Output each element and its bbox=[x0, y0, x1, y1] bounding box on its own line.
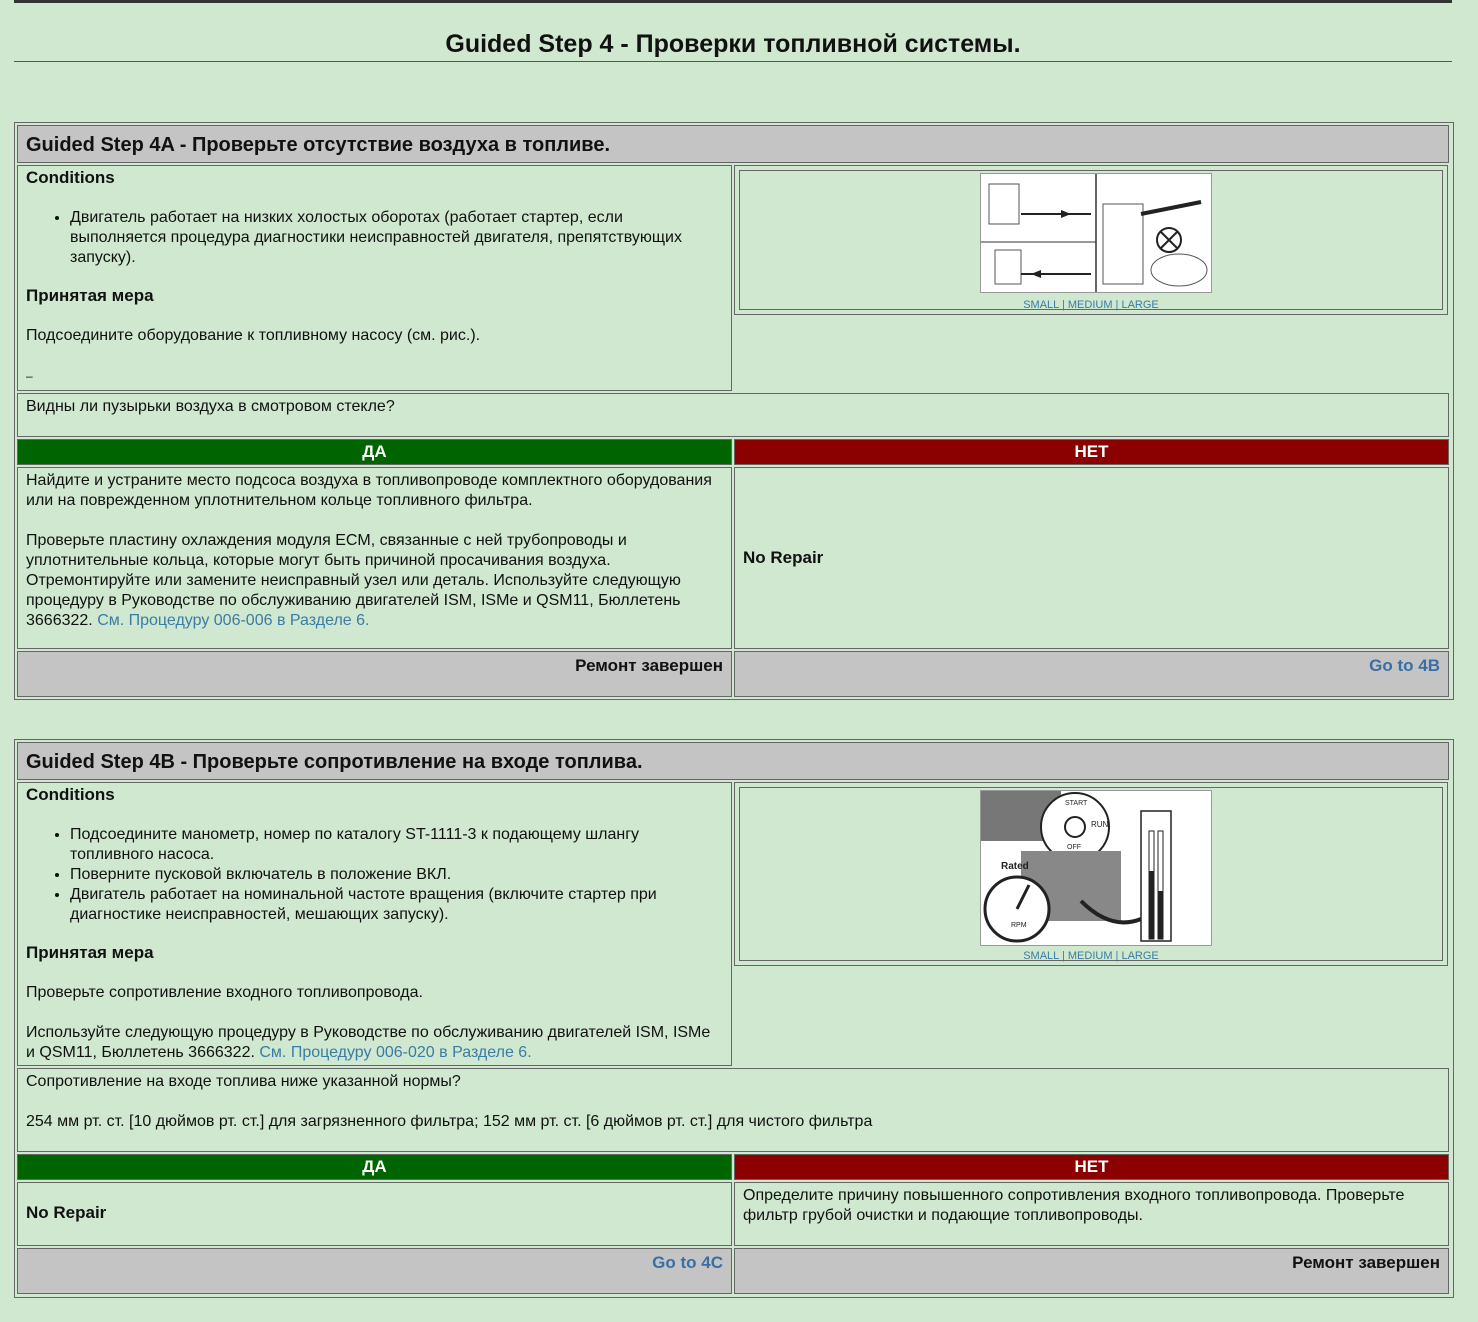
question-text: Видны ли пузырьки воздуха в смотровом ст… bbox=[26, 398, 395, 415]
top-rule bbox=[14, 0, 1452, 3]
step-4b-no-answer: Определите причину повышенного сопротивл… bbox=[734, 1182, 1449, 1246]
step-4a-question: Видны ли пузырьки воздуха в смотровом ст… bbox=[17, 393, 1449, 437]
image-large-link[interactable]: LARGE bbox=[1121, 299, 1158, 311]
svg-text:Rated: Rated bbox=[1001, 861, 1029, 872]
step-4a-no-header: НЕТ bbox=[734, 439, 1449, 465]
step-4b-yes-answer: No Repair bbox=[17, 1182, 732, 1246]
step-4b-yes-header: ДА bbox=[17, 1154, 732, 1180]
svg-text:RUN: RUN bbox=[1091, 820, 1109, 829]
step-4b-header: Guided Step 4B - Проверьте сопротивление… bbox=[17, 742, 1449, 780]
image-small-link[interactable]: SMALL bbox=[1023, 299, 1059, 311]
step-4a-header: Guided Step 4A - Проверьте отсутствие во… bbox=[17, 125, 1449, 163]
question-text: Сопротивление на входе топлива ниже указ… bbox=[26, 1073, 461, 1090]
step-4a-image-panel: SMALL | MEDIUM | LARGE bbox=[734, 165, 1448, 315]
gauge-diagram-icon: START RUN OFF Rated RPM bbox=[981, 791, 1211, 945]
title-rule bbox=[14, 61, 1452, 62]
step-4b-no-header: НЕТ bbox=[734, 1154, 1449, 1180]
step-4a-yes-header: ДА bbox=[17, 439, 732, 465]
action-label: Принятая мера bbox=[26, 943, 154, 962]
step-4a-yes-answer: Найдите и устраните место подсоса воздух… bbox=[17, 467, 732, 649]
svg-text:START: START bbox=[1065, 800, 1088, 807]
no-repair-text: No Repair bbox=[26, 1203, 107, 1222]
image-size-links: SMALL | MEDIUM | LARGE bbox=[1023, 950, 1159, 962]
step-4a-no-answer: No Repair bbox=[734, 467, 1449, 649]
step-4b-title: Guided Step 4B - Проверьте сопротивление… bbox=[26, 751, 643, 773]
condition-item: Двигатель работает на низких холостых об… bbox=[70, 208, 723, 268]
step-4b-no-footer: Ремонт завершен bbox=[734, 1248, 1449, 1294]
condition-item: Поверните пусковой включатель в положени… bbox=[70, 865, 723, 885]
action-label: Принятая мера bbox=[26, 286, 154, 305]
step-4a-conditions: Conditions Двигатель работает на низких … bbox=[17, 165, 732, 391]
repair-complete-text: Ремонт завершен bbox=[575, 656, 723, 675]
procedure-006-020-link[interactable]: См. Процедуру 006-020 в Разделе 6. bbox=[259, 1044, 531, 1061]
step-4a-title: Guided Step 4A - Проверьте отсутствие во… bbox=[26, 134, 611, 156]
condition-item: Двигатель работает на номинальной частот… bbox=[70, 885, 723, 925]
action-text-2: Используйте следующую процедуру в Руково… bbox=[26, 1024, 711, 1061]
image-size-links: SMALL | MEDIUM | LARGE bbox=[1023, 299, 1159, 311]
question-detail: 254 мм рт. ст. [10 дюймов рт. ст.] для з… bbox=[26, 1113, 873, 1130]
fuel-pump-diagram-image[interactable] bbox=[980, 173, 1212, 293]
action-text: Проверьте сопротивление входного топливо… bbox=[26, 984, 423, 1001]
step-4b-question: Сопротивление на входе топлива ниже указ… bbox=[17, 1068, 1449, 1152]
step-4a-no-footer: Go to 4B bbox=[734, 651, 1449, 697]
step-4a: Guided Step 4A - Проверьте отсутствие во… bbox=[14, 122, 1454, 700]
svg-text:RPM: RPM bbox=[1011, 922, 1027, 929]
step-4b-image-panel: START RUN OFF Rated RPM SMALL | MEDIUM |… bbox=[734, 782, 1448, 966]
procedure-006-006-link[interactable]: См. Процедуру 006-006 в Разделе 6. bbox=[97, 612, 369, 629]
action-text: Подсоедините оборудование к топливному н… bbox=[26, 327, 481, 344]
repair-complete-text: Ремонт завершен bbox=[1292, 1253, 1440, 1272]
fuel-gauge-diagram-image[interactable]: START RUN OFF Rated RPM bbox=[980, 790, 1212, 946]
conditions-label: Conditions bbox=[26, 168, 115, 187]
go-to-4c-link[interactable]: Go to 4C bbox=[652, 1253, 723, 1272]
step-4b: Guided Step 4B - Проверьте сопротивление… bbox=[14, 739, 1454, 1298]
yes-text-2: Проверьте пластину охлаждения модуля ECM… bbox=[26, 532, 681, 629]
no-answer-text: Определите причину повышенного сопротивл… bbox=[743, 1187, 1405, 1224]
action-extra: – bbox=[26, 369, 33, 383]
image-small-link[interactable]: SMALL bbox=[1023, 950, 1059, 962]
step-4a-yes-footer: Ремонт завершен bbox=[17, 651, 732, 697]
step-4b-yes-footer: Go to 4C bbox=[17, 1248, 732, 1294]
conditions-list: Подсоедините манометр, номер по каталогу… bbox=[26, 825, 723, 925]
image-medium-link[interactable]: MEDIUM bbox=[1068, 950, 1113, 962]
yes-text-1: Найдите и устраните место подсоса воздух… bbox=[26, 472, 712, 509]
step-4b-conditions: Conditions Подсоедините манометр, номер … bbox=[17, 782, 732, 1066]
condition-item: Подсоедините манометр, номер по каталогу… bbox=[70, 825, 723, 865]
page-title: Guided Step 4 - Проверки топливной систе… bbox=[445, 30, 1021, 58]
conditions-label: Conditions bbox=[26, 785, 115, 804]
go-to-4b-link[interactable]: Go to 4B bbox=[1369, 656, 1440, 675]
fuel-pump-diagram-icon bbox=[981, 174, 1211, 292]
svg-text:OFF: OFF bbox=[1067, 844, 1081, 851]
conditions-list: Двигатель работает на низких холостых об… bbox=[26, 208, 723, 268]
image-large-link[interactable]: LARGE bbox=[1121, 950, 1158, 962]
image-medium-link[interactable]: MEDIUM bbox=[1068, 299, 1113, 311]
no-repair-text: No Repair bbox=[743, 548, 824, 567]
